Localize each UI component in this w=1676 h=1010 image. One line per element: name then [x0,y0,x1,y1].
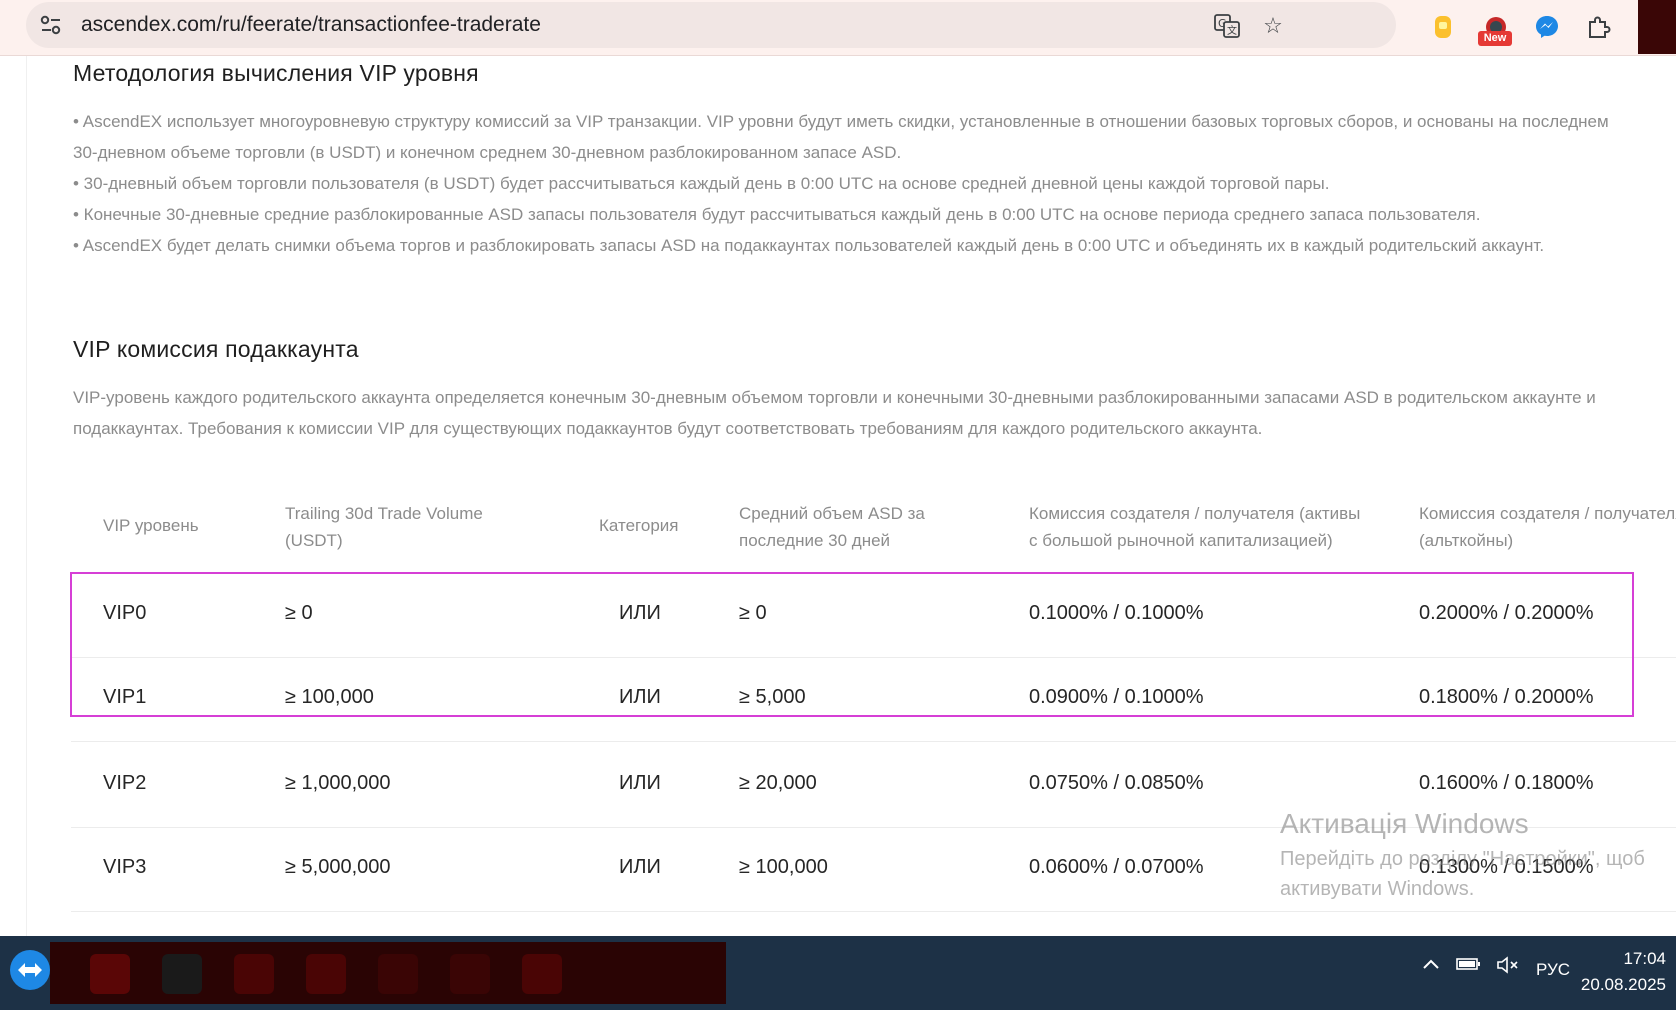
cell-asd: ≥ 20,000 [739,772,817,794]
subaccount-fee-line: VIP-уровень каждого родительского аккаун… [73,388,1596,407]
window-corner [1638,0,1676,54]
photoshop-icon[interactable] [162,954,202,994]
cell-category: ИЛИ [619,772,661,794]
cell-category: ИЛИ [619,856,661,878]
table-row: VIP0 ≥ 0 ИЛИ ≥ 0 0.1000% / 0.1000% 0.200… [71,576,1676,658]
cell-volume: ≥ 5,000,000 [285,856,391,878]
clock-time: 17:04 [1623,949,1666,968]
vip-method-line: • AscendEX использует многоуровневую стр… [73,112,1609,131]
cell-asd: ≥ 100,000 [739,856,828,878]
vip-method-line: 30-дневном объеме торговли (в USDT) и ко… [73,143,902,162]
cell-level: VIP1 [103,686,147,708]
subaccount-fee-text: VIP-уровень каждого родительского аккаун… [73,382,1596,444]
col-header-volume-line: (USDT) [285,531,343,550]
messenger-icon[interactable] [1532,12,1562,42]
col-header-asd-line: Средний объем ASD за [739,504,925,523]
col-header-category: Категория [599,516,679,535]
cell-fee-altcoin: 0.1800% / 0.2000% [1419,686,1594,708]
puzzle-extensions-icon[interactable] [1584,12,1614,42]
cell-volume: ≥ 100,000 [285,686,374,708]
table-row: VIP1 ≥ 100,000 ИЛИ ≥ 5,000 0.0900% / 0.1… [71,660,1676,742]
section-title-vip-method: Методология вычисления VIP уровня [73,60,479,86]
col-header-volume-line: Trailing 30d Trade Volume [285,504,483,523]
section-title-subaccount-fee: VIP комиссия подаккаунта [73,336,359,362]
teamviewer-icon[interactable] [10,950,50,990]
taskbar-app-icon[interactable] [90,954,130,994]
cell-asd: ≥ 5,000 [739,686,806,708]
cell-fee-altcoin: 0.2000% / 0.2000% [1419,602,1594,624]
col-header-asd-line: последние 30 дней [739,531,891,550]
bookmark-star-icon[interactable]: ☆ [1260,13,1286,39]
battery-icon[interactable] [1456,956,1482,977]
col-header-fee-altcoin-line: Комиссия создателя / получателя [1419,504,1676,523]
col-header-fee-bigcap-line: Комиссия создателя / получателя (активы [1029,504,1361,523]
cell-volume: ≥ 0 [285,602,313,624]
cell-category: ИЛИ [619,602,661,624]
col-header-fee-altcoin-line: (альткойны) [1419,531,1514,550]
address-bar[interactable]: ascendex.com/ru/feerate/transactionfee-t… [26,2,1396,48]
browser-toolbar: ascendex.com/ru/feerate/transactionfee-t… [0,0,1676,56]
activation-watermark-title: Активація Windows [1280,808,1529,839]
cell-fee-bigcap: 0.0900% / 0.1000% [1029,686,1204,708]
col-header-level: VIP уровень [103,516,199,535]
taskbar-apps [50,942,726,1004]
taskbar-clock[interactable]: 17:04 20.08.2025 [1581,946,1666,998]
col-header-fee-bigcap-line: с большой рыночной капитализацией) [1029,531,1333,550]
taskbar-app-icon[interactable] [306,954,346,994]
site-info-icon[interactable] [40,15,62,35]
translate-icon[interactable]: G文 [1214,13,1240,39]
windows-taskbar: РУС 17:04 20.08.2025 [0,936,1676,1010]
cell-level: VIP3 [103,856,147,878]
activation-watermark-line: активувати Windows. [1280,878,1475,900]
subaccount-fee-line: подаккаунтах. Требования к комиссии VIP … [73,419,1263,438]
url-text[interactable]: ascendex.com/ru/feerate/transactionfee-t… [81,13,541,37]
svg-text:文: 文 [1227,24,1237,37]
tray-expand-icon[interactable] [1422,956,1440,976]
col-header-volume: Trailing 30d Trade Volume (USDT) [285,500,483,554]
vip-method-line: • AscendEX будет делать снимки объема то… [73,236,1545,255]
screen: ascendex.com/ru/feerate/transactionfee-t… [0,0,1676,1010]
cell-level: VIP0 [103,602,147,624]
language-indicator[interactable]: РУС [1536,960,1570,980]
volume-muted-icon[interactable] [1496,956,1520,979]
clock-date: 20.08.2025 [1580,975,1666,994]
vip-method-line: • 30-дневный объем торговли пользователя… [73,174,1330,193]
new-badge: New [1478,31,1512,46]
cell-fee-bigcap: 0.0750% / 0.0850% [1029,772,1204,794]
col-header-fee-altcoin: Комиссия создателя / получателя (альткой… [1419,500,1676,554]
extension-new-icon[interactable]: New [1478,12,1514,46]
col-header-asd: Средний объем ASD за последние 30 дней [739,500,925,554]
cell-fee-bigcap: 0.0600% / 0.0700% [1029,856,1204,878]
cell-fee-altcoin: 0.1600% / 0.1800% [1419,772,1594,794]
vip-method-line: • Конечные 30-дневные средние разблокиро… [73,205,1481,224]
vip-method-text: • AscendEX использует многоуровневую стр… [73,106,1609,261]
activation-watermark-line: Перейдіть до розділу "Настройки", щоб [1280,848,1645,870]
col-header-fee-bigcap: Комиссия создателя / получателя (активы … [1029,500,1360,554]
taskbar-app-icon[interactable] [450,954,490,994]
cell-level: VIP2 [103,772,147,794]
cell-fee-bigcap: 0.1000% / 0.1000% [1029,602,1204,624]
cell-volume: ≥ 1,000,000 [285,772,391,794]
extension-yellow-icon[interactable] [1428,12,1458,42]
telegram-icon[interactable] [378,954,418,994]
taskbar-app-icon[interactable] [522,954,562,994]
cell-category: ИЛИ [619,686,661,708]
cell-asd: ≥ 0 [739,602,767,624]
folder-icon[interactable] [234,954,274,994]
